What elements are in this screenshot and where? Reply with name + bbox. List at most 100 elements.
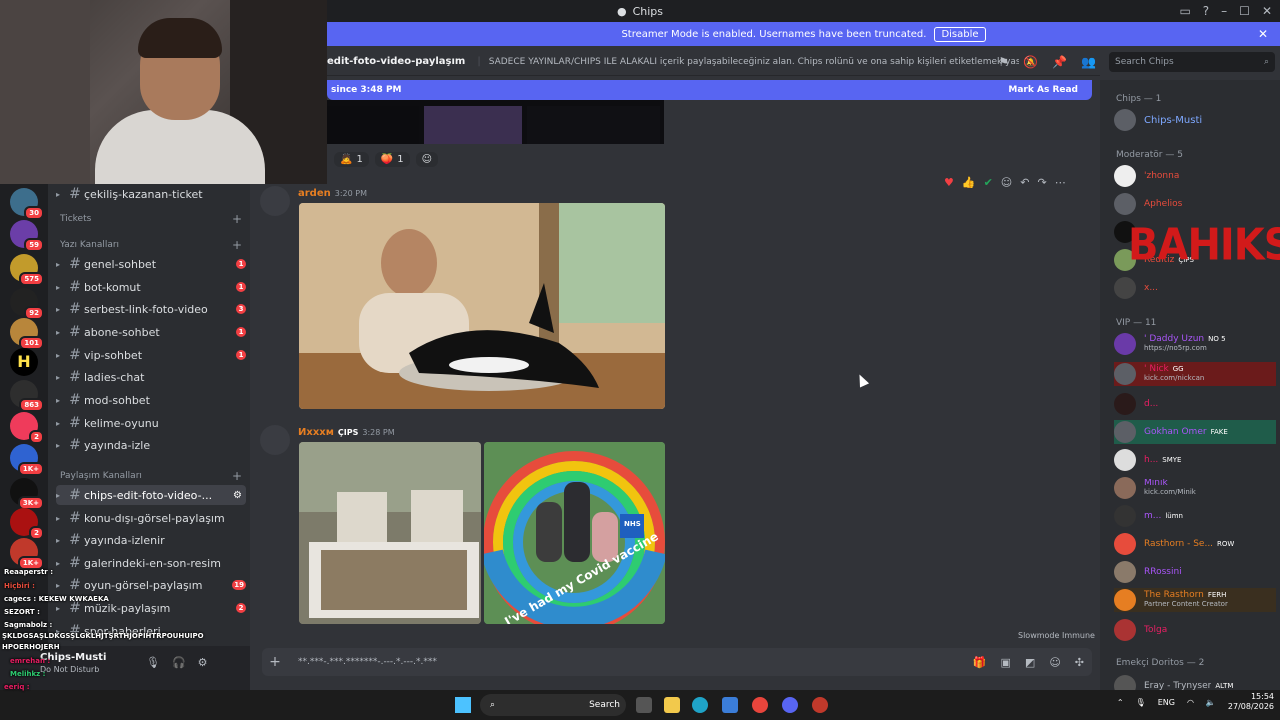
member-item[interactable]: The Rasthorn FERH Partner Content Creator — [1114, 588, 1276, 612]
category-paylasim[interactable]: Paylaşım Kanalları + — [60, 469, 250, 483]
chrome-icon[interactable] — [752, 697, 768, 713]
discord-icon[interactable] — [782, 697, 798, 713]
member-item[interactable]: RRossini — [1114, 560, 1276, 584]
server-icon[interactable]: 2 — [10, 508, 44, 540]
server-icon[interactable]: 59 — [10, 220, 44, 252]
check-icon[interactable]: ✔ — [984, 176, 993, 189]
avatar[interactable] — [260, 186, 290, 216]
member-item[interactable]: m... lümn — [1114, 504, 1276, 528]
server-icon[interactable]: H — [10, 348, 38, 376]
channel-topic[interactable]: SADECE YAYINLAR/CHIPS İLE ALAKALI içerik… — [489, 57, 1019, 67]
member-item[interactable]: x... — [1114, 276, 1276, 300]
server-icon[interactable]: 1K+ — [10, 444, 44, 476]
mic-icon[interactable]: 🎙 — [1136, 698, 1146, 707]
reply-icon[interactable]: ↶ — [1020, 176, 1029, 189]
server-icon[interactable]: 92 — [10, 288, 44, 320]
help-icon[interactable]: ? — [1203, 4, 1209, 18]
add-channel-icon[interactable]: + — [232, 469, 242, 483]
channel-item[interactable]: ▸ # serbest-link-foto-video 3 — [56, 299, 246, 319]
member-item[interactable]: Eray - Trynyser ALTM — [1114, 674, 1276, 690]
channel-item[interactable]: ▸ # konu-dışı-görsel-paylaşım — [56, 508, 246, 528]
member-item[interactable]: Minik kick.com/Minik — [1114, 476, 1276, 500]
member-item[interactable]: h... SMYE — [1114, 448, 1276, 472]
thumbs-up-icon[interactable]: 👍 — [962, 176, 976, 189]
settings-icon[interactable]: ⚙ — [233, 490, 242, 501]
member-item[interactable]: ' Nick GG kick.com/nickcan — [1114, 362, 1276, 386]
taskbar-search[interactable]: ⌕ Search — [480, 694, 626, 716]
heart-reaction-icon[interactable]: ♥ — [944, 176, 954, 189]
wifi-icon[interactable]: ◠ — [1187, 698, 1194, 707]
close-banner-icon[interactable]: ✕ — [1258, 27, 1268, 41]
disable-button[interactable]: Disable — [934, 26, 986, 42]
member-item[interactable]: Chips-Musti — [1114, 108, 1276, 132]
attachment-image[interactable] — [299, 442, 481, 624]
new-messages-bar[interactable]: since 3:48 PM Mark As Read — [327, 80, 1092, 100]
store-icon[interactable] — [722, 697, 738, 713]
clock[interactable]: 15:54 27/08/2026 — [1228, 692, 1274, 712]
server-icon[interactable]: 3K+ — [10, 478, 44, 510]
threads-icon[interactable]: ⚑ — [998, 55, 1009, 69]
edge-icon[interactable] — [692, 697, 708, 713]
channel-item[interactable]: ▸ # çekiliş-kazanan-ticket — [56, 184, 246, 204]
server-icon[interactable]: 863 — [10, 380, 44, 412]
member-item[interactable]: Aphelios — [1114, 192, 1276, 216]
member-item[interactable]: d... — [1114, 392, 1276, 416]
channel-item[interactable]: ▸ # abone-sohbet 1 — [56, 322, 246, 342]
channel-item[interactable]: ▸ # ladies-chat — [56, 367, 246, 387]
file-explorer-icon[interactable] — [664, 697, 680, 713]
channel-item[interactable]: ▸ # yayında-izle — [56, 435, 246, 455]
minimize-button[interactable]: – — [1221, 4, 1227, 18]
volume-icon[interactable]: 🔈 — [1206, 698, 1216, 707]
reaction[interactable]: 🍑 1 — [374, 152, 410, 167]
add-reaction-icon[interactable]: ☺ — [1001, 176, 1012, 189]
windows-start-icon[interactable] — [455, 697, 471, 713]
members-icon[interactable]: 👥 — [1081, 55, 1096, 69]
attachment-image[interactable] — [299, 203, 665, 409]
category-tickets[interactable]: Tickets + — [60, 212, 250, 226]
emoji-icon[interactable]: ☺ — [1049, 656, 1060, 669]
server-icon[interactable]: 30 — [10, 188, 44, 220]
attachment-image[interactable] — [327, 100, 664, 144]
server-icon[interactable]: 101 — [10, 318, 44, 350]
task-view-icon[interactable] — [636, 697, 652, 713]
member-item[interactable]: 'zhonna — [1114, 164, 1276, 188]
mark-as-read-button[interactable]: Mark As Read — [1008, 85, 1078, 95]
apps-icon[interactable]: ✣ — [1075, 656, 1084, 669]
search-input[interactable]: Search Chips ⌕ — [1109, 52, 1275, 72]
gif-icon[interactable]: ▣ — [1001, 656, 1011, 669]
add-channel-icon[interactable]: + — [232, 212, 242, 226]
inbox-icon[interactable]: ▭ — [1179, 4, 1190, 18]
server-icon[interactable]: 2 — [10, 412, 44, 444]
member-item[interactable]: Gokhan Omer FAKE — [1114, 420, 1276, 444]
member-item[interactable]: ' Daddy Uzun NO 5 https://no5rp.com — [1114, 332, 1276, 356]
pin-icon[interactable]: 📌 — [1052, 55, 1067, 69]
sticker-icon[interactable]: ◩ — [1025, 656, 1035, 669]
app-icon[interactable] — [812, 697, 828, 713]
reaction[interactable]: 🙇 1 — [334, 152, 369, 167]
avatar[interactable] — [260, 425, 290, 455]
add-reaction-button[interactable]: ☺ — [415, 152, 439, 167]
mute-icon[interactable]: 🔕 — [1023, 55, 1038, 69]
channel-item[interactable]: ▸ # kelime-oyunu — [56, 413, 246, 433]
channel-item[interactable]: ▸ # vip-sohbet 1 — [56, 345, 246, 365]
member-item[interactable]: Rasthorn - Se... ROW — [1114, 532, 1276, 556]
author-name[interactable]: Ихххм — [298, 427, 334, 438]
message-input[interactable]: + **.***-.***.*******-.---.*.---.*.*** 🎁… — [262, 648, 1092, 676]
more-icon[interactable]: ⋯ — [1055, 176, 1066, 189]
server-icon[interactable]: 575 — [10, 254, 44, 286]
category-yazi[interactable]: Yazı Kanalları + — [60, 238, 250, 252]
maximize-button[interactable]: ☐ — [1239, 4, 1250, 18]
author-name[interactable]: arden — [298, 188, 331, 199]
channel-item[interactable]: ▸ # mod-sohbet — [56, 390, 246, 410]
gift-icon[interactable]: 🎁 — [973, 656, 987, 669]
add-channel-icon[interactable]: + — [232, 238, 242, 252]
upload-icon[interactable]: + — [262, 654, 288, 670]
channel-item[interactable]: ▸ # bot-komut 1 — [56, 277, 246, 297]
chevron-up-icon[interactable]: ⌃ — [1117, 698, 1124, 707]
channel-item[interactable]: ▸ # genel-sohbet 1 — [56, 254, 246, 274]
language-indicator[interactable]: ENG — [1158, 698, 1175, 707]
attachment-image[interactable]: I've had my Covid vaccine NHS — [484, 442, 665, 624]
channel-item-active[interactable]: ▸ # chips-edit-foto-video-... ⚙ — [56, 485, 246, 505]
close-button[interactable]: ✕ — [1262, 4, 1272, 18]
member-item[interactable]: Tolga — [1114, 618, 1276, 642]
